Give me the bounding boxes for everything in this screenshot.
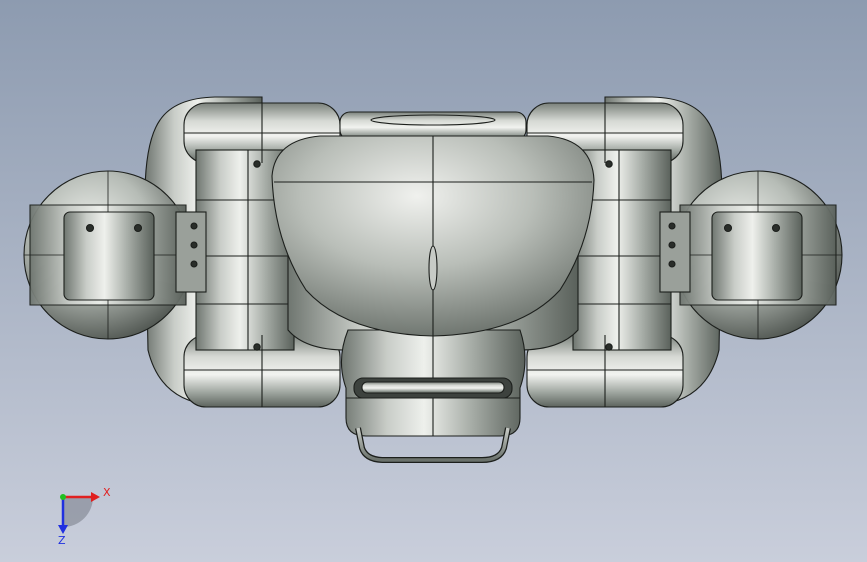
z-axis-label: Z bbox=[58, 534, 66, 547]
cad-canvas[interactable]: X Z bbox=[0, 0, 867, 562]
x-axis-label: X bbox=[103, 486, 111, 499]
y-axis-dot bbox=[60, 494, 66, 500]
cad-viewport[interactable]: X Z bbox=[0, 0, 867, 562]
cover-center-slot bbox=[428, 245, 438, 291]
